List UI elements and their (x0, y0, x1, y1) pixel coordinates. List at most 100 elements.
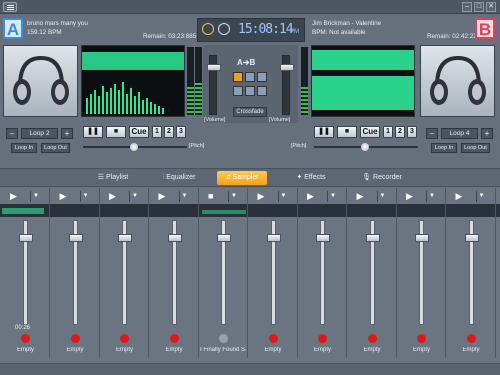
sampler-volume-slider[interactable] (118, 220, 132, 325)
headphones-icon (430, 55, 486, 105)
playlist-icon: ☰ (97, 174, 107, 181)
deck-a-pitch-knob[interactable] (130, 143, 138, 151)
sampler-status-dot (21, 334, 30, 343)
deck-a-hotcue-2[interactable]: 2 (164, 126, 174, 138)
sampler-volume-slider[interactable] (266, 220, 281, 325)
sampler-volume-knob[interactable] (415, 233, 429, 242)
deck-b-loop-out[interactable]: Loop Out (461, 143, 490, 153)
sampler-volume-knob[interactable] (68, 233, 83, 242)
tab-sampler[interactable]: ♫ Sampler (217, 171, 267, 185)
chevron-down-icon[interactable]: ▼ (479, 191, 489, 202)
deck-a-loop-plus[interactable]: + (61, 128, 73, 139)
play-icon[interactable]: ▶ (60, 191, 74, 202)
fx-button-5[interactable] (245, 86, 255, 96)
play-icon[interactable]: ▶ (109, 191, 123, 202)
music-note-icon: ♫ (225, 174, 233, 181)
sampler-volume-knob[interactable] (316, 233, 330, 242)
play-icon[interactable]: ▶ (159, 191, 173, 202)
sampler-volume-slider[interactable] (68, 220, 83, 325)
fx-button-1[interactable] (233, 72, 243, 82)
deck-a-stop-button[interactable]: ■ (106, 126, 126, 138)
sampler-slot: ▶ ▼ Empty (51, 188, 100, 358)
tab-playlist[interactable]: ☰ Playlist (87, 171, 139, 185)
sampler-volume-slider[interactable] (167, 220, 182, 325)
deck-a-waveform (81, 45, 185, 117)
sampler-slot-label: Empty (264, 347, 282, 353)
mixer-ab-label: A➔B (237, 58, 256, 67)
play-icon[interactable]: ▶ (307, 191, 321, 202)
chevron-down-icon[interactable]: ▼ (182, 191, 192, 202)
chevron-down-icon[interactable]: ▼ (132, 191, 142, 202)
deck-b-hotcue-1[interactable]: 1 (383, 126, 393, 138)
sampler-volume-slider[interactable] (19, 220, 33, 325)
chevron-down-icon[interactable]: ▼ (83, 191, 93, 202)
sampler-volume-knob[interactable] (365, 233, 380, 242)
fx-button-4[interactable] (233, 86, 243, 96)
menu-icon[interactable] (3, 2, 17, 12)
deck-a-loop-out[interactable]: Loop Out (41, 143, 70, 153)
deck-b-loop-label: Loop 4 (441, 128, 478, 139)
deck-b-volume-fader[interactable] (280, 55, 294, 115)
deck-b-hotcue-2[interactable]: 2 (395, 126, 405, 138)
play-icon[interactable]: ▶ (456, 191, 470, 202)
crossfade-button[interactable]: Crossfade (233, 107, 267, 117)
sampler-volume-knob[interactable] (118, 233, 132, 242)
sampler-volume-slider[interactable] (217, 220, 231, 325)
play-icon[interactable]: ▶ (406, 191, 420, 202)
sampler-status-dot (219, 334, 228, 343)
deck-a-volume-label: [Volume] (204, 117, 226, 123)
fx-button-3[interactable] (257, 72, 267, 82)
deck-b-loop-in[interactable]: Loop In (431, 143, 457, 153)
chevron-down-icon[interactable]: ▼ (33, 191, 43, 202)
deck-a-loop-minus[interactable]: – (6, 128, 18, 139)
sampler-volume-slider[interactable] (464, 220, 479, 325)
chevron-down-icon[interactable]: ▼ (330, 191, 340, 202)
sampler-status-dot (466, 334, 476, 343)
sampler-status-dot (169, 334, 179, 343)
deck-a-hotcue-3[interactable]: 3 (176, 126, 186, 138)
deck-a-volume-fader[interactable] (207, 55, 221, 115)
deck-a-letter: A (3, 18, 23, 39)
sampler-volume-knob[interactable] (464, 233, 479, 242)
divider (327, 191, 328, 202)
deck-a-loop-in[interactable]: Loop In (11, 143, 37, 153)
deck-b-hotcue-3[interactable]: 3 (407, 126, 417, 138)
deck-a-hotcue-1[interactable]: 1 (152, 126, 162, 138)
deck-b-pause-button[interactable]: ❚❚ (314, 126, 334, 138)
minimize-icon[interactable]: – (462, 2, 472, 12)
tab-effects[interactable]: ✦ Effects (286, 171, 336, 185)
maximize-icon[interactable]: □ (474, 2, 484, 12)
sampler-volume-knob[interactable] (217, 233, 231, 242)
deck-b-stop-button[interactable]: ■ (337, 126, 357, 138)
sampler-volume-knob[interactable] (266, 233, 281, 242)
play-icon[interactable]: ▶ (258, 191, 272, 202)
sampler-volume-slider[interactable] (415, 220, 429, 325)
deck-b-loop-plus[interactable]: + (481, 128, 493, 139)
sampler-volume-slider[interactable] (365, 220, 380, 325)
deck-b-loop-minus[interactable]: – (426, 128, 438, 139)
chevron-down-icon[interactable]: ▼ (429, 191, 439, 202)
chevron-down-icon[interactable]: ▼ (380, 191, 390, 202)
chevron-down-icon[interactable]: ▼ (281, 191, 291, 202)
play-icon[interactable]: ▶ (357, 191, 371, 202)
sampler-volume-knob[interactable] (167, 233, 182, 242)
deck-a-pause-button[interactable]: ❚❚ (83, 126, 103, 138)
close-icon[interactable]: ✕ (486, 2, 496, 12)
sampler-volume-slider[interactable] (316, 220, 330, 325)
sampler-slot: ▶ ▼ Empty (150, 188, 199, 358)
tab-recorder[interactable]: 🎙 Recorder (354, 171, 410, 185)
fx-grid (233, 72, 267, 100)
deck-a-track: bruno mars many you (27, 20, 88, 27)
fx-button-2[interactable] (245, 72, 255, 82)
title-bar: – □ ✕ (0, 0, 500, 14)
deck-a-cue-button[interactable]: Cue (129, 126, 149, 138)
divider (426, 191, 427, 202)
deck-b-pitch-knob[interactable] (361, 143, 369, 151)
play-icon[interactable]: ▶ (10, 191, 24, 202)
stop-icon[interactable]: ■ (208, 191, 222, 202)
tab-equalizer[interactable]: ⫶ Equalizer (151, 171, 207, 185)
sampler-volume-knob[interactable] (19, 233, 33, 242)
fx-button-6[interactable] (257, 86, 267, 96)
chevron-down-icon[interactable]: ▼ (231, 191, 241, 202)
deck-b-cue-button[interactable]: Cue (360, 126, 380, 138)
